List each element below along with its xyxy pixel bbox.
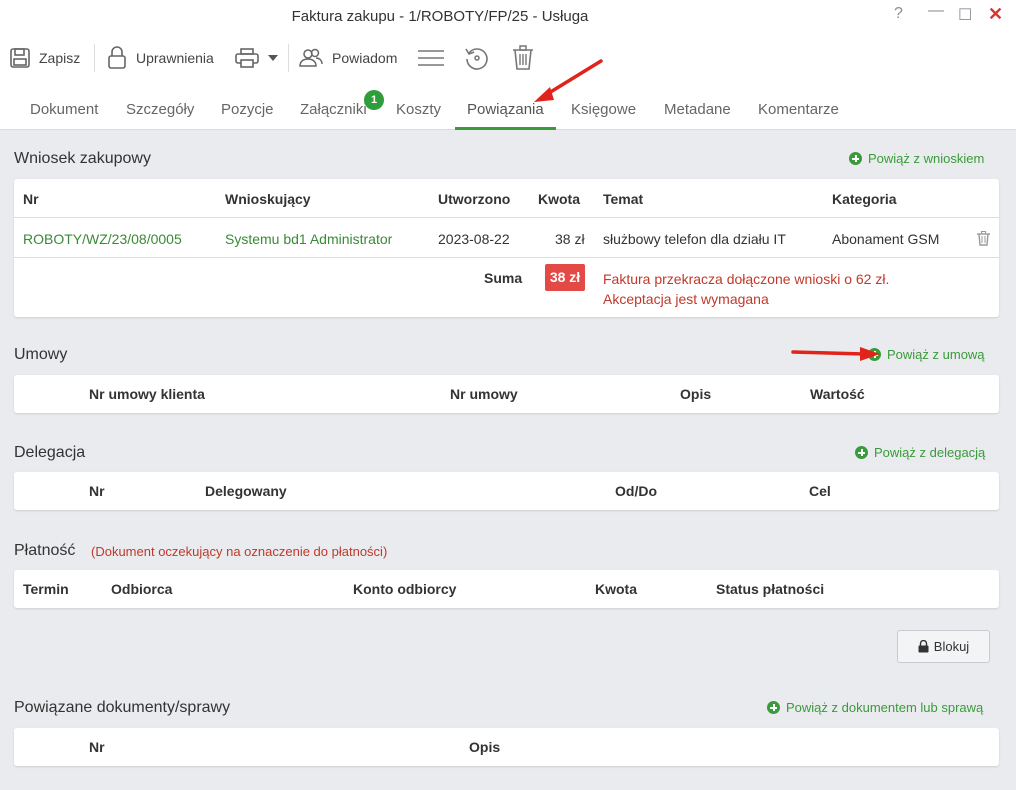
notify-label: Powiadom [332, 50, 398, 66]
column-header: Temat [603, 191, 644, 207]
requester-link[interactable]: Systemu bd1 Administrator [225, 231, 392, 247]
link-request-label: Powiąż z wnioskiem [868, 151, 985, 166]
column-header: Kategoria [832, 191, 897, 207]
link-contract-label: Powiąż z umową [887, 347, 985, 362]
column-header: Kwota [595, 581, 637, 597]
column-header: Status płatności [716, 581, 825, 597]
column-header: Delegowany [205, 483, 287, 499]
attachments-count-badge: 1 [364, 90, 384, 110]
block-button[interactable]: Blokuj [897, 630, 990, 663]
tab-dokument[interactable]: Dokument [18, 92, 110, 130]
save-button[interactable]: Zapisz [9, 40, 80, 76]
amount: 38 zł [555, 231, 585, 247]
column-header: Nr [23, 191, 39, 207]
purchase-request-panel: Nr Wnioskujący Utworzono Kwota Temat Kat… [14, 179, 999, 317]
link-delegation-label: Powiąż z delegacją [874, 445, 986, 460]
history-button[interactable] [464, 40, 490, 76]
link-contract-button[interactable]: Powiąż z umową [868, 347, 985, 362]
permissions-button[interactable]: Uprawnienia [106, 40, 214, 76]
delegation-panel: Nr Delegowany Od/Do Cel [14, 472, 999, 510]
column-header: Konto odbiorcy [353, 581, 457, 597]
link-related-label: Powiąż z dokumentem lub sprawą [786, 700, 984, 715]
link-delegation-button[interactable]: Powiąż z delegacją [855, 445, 985, 460]
tab-metadane[interactable]: Metadane [652, 92, 743, 130]
column-header: Utworzono [438, 191, 511, 207]
column-header: Kwota [538, 191, 580, 207]
notify-button[interactable]: Powiadom [298, 40, 397, 76]
payment-panel: Termin Odbiorca Konto odbiorcy Kwota Sta… [14, 570, 999, 608]
window-title: Faktura zakupu - 1/ROBOTY/FP/25 - Usługa [291, 8, 589, 25]
warning-line: Faktura przekracza dołączone wnioski o 6… [603, 271, 890, 287]
toolbar-divider [288, 44, 289, 72]
menu-button[interactable] [417, 40, 445, 76]
link-request-button[interactable]: Powiąż z wnioskiem [849, 151, 984, 166]
subject: służbowy telefon dla działu IT [603, 231, 786, 247]
minimize-icon[interactable]: — [928, 2, 944, 20]
column-header: Wartość [810, 386, 865, 402]
annotation-arrow-icon [534, 59, 603, 102]
plus-circle-icon [849, 152, 862, 165]
plus-circle-icon [767, 701, 780, 714]
request-number-link[interactable]: ROBOTY/WZ/23/08/0005 [23, 231, 182, 247]
tab-szczegoly[interactable]: Szczegóły [114, 92, 206, 130]
print-button[interactable] [234, 40, 278, 76]
delegation-title: Delegacja [14, 444, 86, 461]
link-related-button[interactable]: Powiąż z dokumentem lub sprawą [767, 700, 983, 715]
warning-message: Faktura przekracza dołączone wnioski o 6… [603, 269, 889, 309]
payment-note: (Dokument oczekujący na oznaczenie do pł… [91, 544, 388, 559]
tab-pozycje[interactable]: Pozycje [209, 92, 286, 130]
save-label: Zapisz [39, 50, 81, 66]
row-divider [14, 217, 999, 218]
tab-komentarze[interactable]: Komentarze [746, 92, 851, 130]
permissions-label: Uprawnienia [136, 50, 214, 66]
warning-line: Akceptacja jest wymagana [603, 291, 769, 307]
column-header: Nr [89, 739, 105, 755]
created-date: 2023-08-22 [438, 231, 510, 247]
hamburger-icon [418, 50, 444, 66]
related-title: Powiązane dokumenty/sprawy [14, 699, 231, 716]
column-header: Nr umowy klienta [89, 386, 205, 402]
help-icon[interactable]: ? [894, 5, 903, 23]
related-panel: Nr Opis [14, 728, 999, 766]
contracts-title: Umowy [14, 346, 68, 363]
annotation-arrow-icon [791, 347, 880, 361]
sum-label: Suma [484, 270, 523, 286]
window-header: Faktura zakupu - 1/ROBOTY/FP/25 - Usługa… [0, 0, 1016, 130]
column-header: Nr umowy [450, 386, 518, 402]
column-header: Wnioskujący [225, 191, 311, 207]
category: Abonament GSM [832, 231, 940, 247]
column-header: Nr [89, 483, 105, 499]
toolbar-divider [94, 44, 95, 72]
column-header: Opis [680, 386, 712, 402]
column-header: Od/Do [615, 483, 657, 499]
printer-icon [235, 48, 259, 68]
history-icon [465, 48, 488, 70]
block-label: Blokuj [933, 639, 970, 654]
lock-icon [108, 46, 126, 69]
payment-title: Płatność [14, 542, 76, 559]
contracts-panel: Nr umowy klienta Nr umowy Opis Wartość [14, 375, 999, 413]
purchase-request-title: Wniosek zakupowy [14, 150, 151, 167]
tab-koszty[interactable]: Koszty [384, 92, 453, 130]
trash-icon[interactable] [977, 231, 990, 246]
column-header: Termin [23, 581, 69, 597]
column-header: Odbiorca [111, 581, 173, 597]
plus-circle-icon [855, 446, 868, 459]
floppy-disk-icon [10, 48, 30, 68]
toolbar: Zapisz Uprawnienia Powiadom [0, 40, 560, 76]
users-icon [299, 48, 323, 67]
maximize-icon[interactable]: ☐ [958, 5, 972, 25]
close-icon[interactable]: ✕ [988, 4, 1003, 25]
chevron-down-icon [268, 55, 278, 61]
sum-badge: 38 zł [545, 264, 585, 291]
row-divider [14, 257, 999, 258]
lock-icon [918, 640, 929, 653]
column-header: Cel [809, 483, 831, 499]
column-header: Opis [469, 739, 501, 755]
